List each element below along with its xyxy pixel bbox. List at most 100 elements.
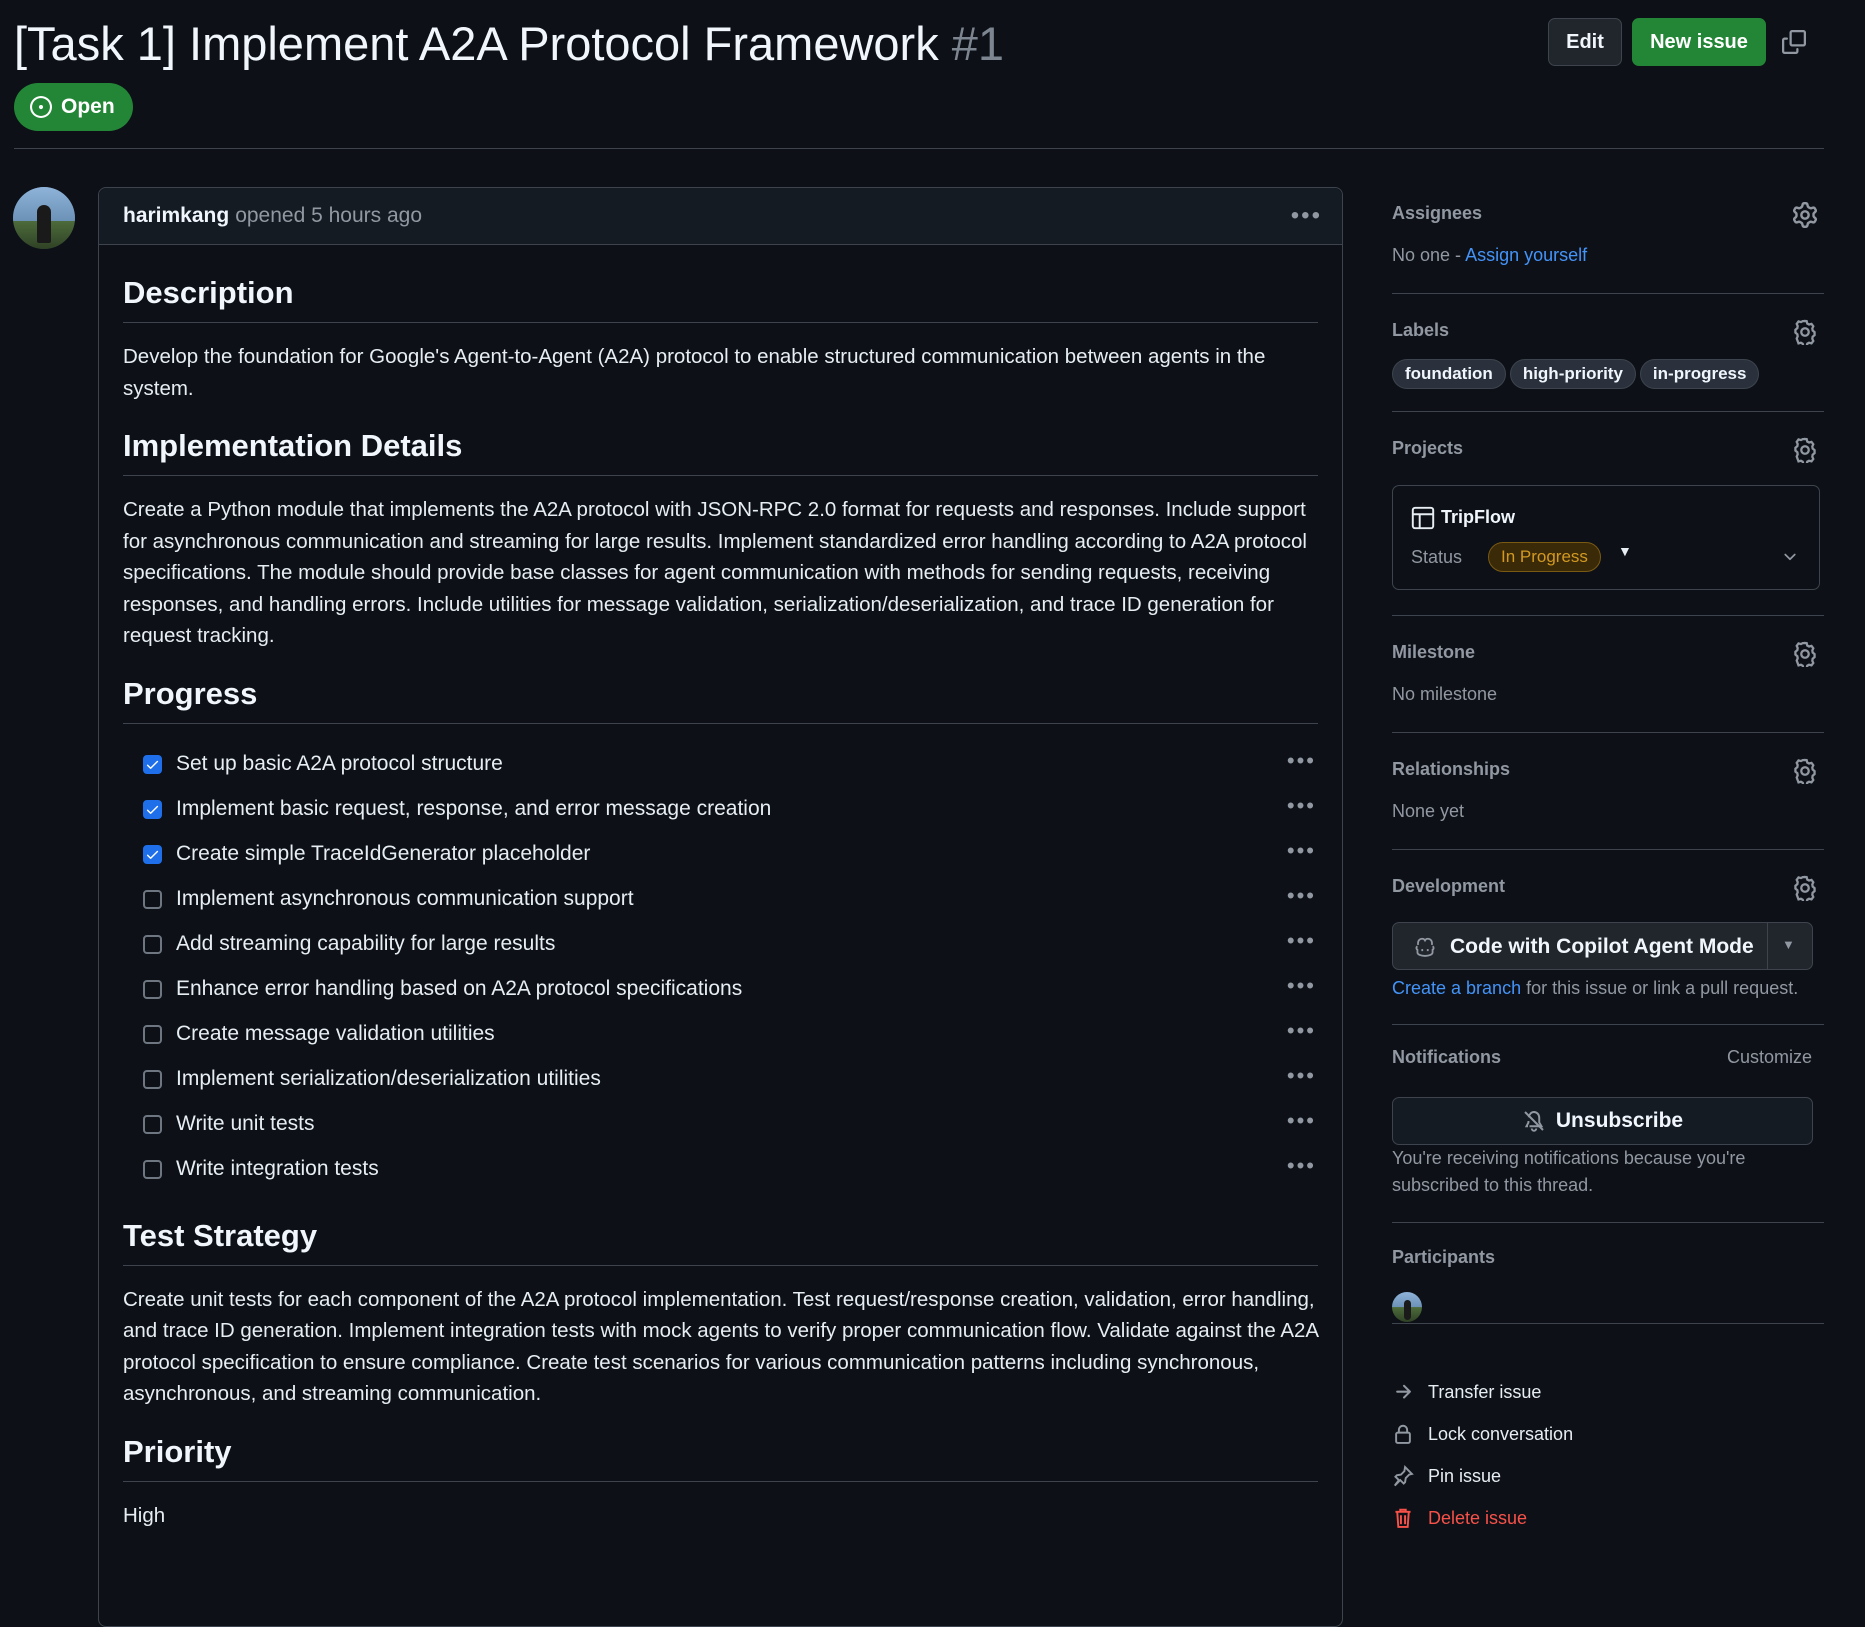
checkmark-icon xyxy=(146,805,159,814)
comment-timestamp[interactable]: opened 5 hours ago xyxy=(235,204,422,228)
relationships-value: None yet xyxy=(1392,801,1465,821)
task-checkbox[interactable] xyxy=(143,1069,162,1089)
task-item: Implement serialization/deserialization … xyxy=(123,1057,1318,1102)
copy-icon xyxy=(1782,30,1806,54)
task-options-icon[interactable]: ••• xyxy=(1287,748,1316,774)
label-high-priority[interactable]: high-priority xyxy=(1509,359,1636,389)
heading-description: Description xyxy=(123,273,1318,323)
task-options-icon[interactable]: ••• xyxy=(1287,928,1316,954)
participants-title: Participants xyxy=(1392,1247,1496,1267)
task-checkbox[interactable] xyxy=(143,754,162,774)
arrow-right-icon xyxy=(1396,1384,1411,1399)
status-dropdown-caret-icon[interactable]: ▼ xyxy=(1618,543,1632,559)
lock-conversation-button[interactable]: Lock conversation xyxy=(1392,1423,1573,1445)
task-label: Set up basic A2A protocol structure xyxy=(176,752,503,775)
transfer-issue-button[interactable]: Transfer issue xyxy=(1392,1381,1541,1403)
task-options-icon[interactable]: ••• xyxy=(1287,973,1316,999)
projects-title[interactable]: Projects xyxy=(1392,438,1463,459)
task-options-icon[interactable]: ••• xyxy=(1287,1153,1316,1179)
task-options-icon[interactable]: ••• xyxy=(1287,883,1316,909)
create-branch-text: Create a branch for this issue or link a… xyxy=(1392,978,1798,999)
task-item: Enhance error handling based on A2A prot… xyxy=(123,967,1318,1012)
task-checkbox[interactable] xyxy=(143,1159,162,1179)
task-item: Implement asynchronous communication sup… xyxy=(123,877,1318,922)
task-checkbox[interactable] xyxy=(143,844,162,864)
participant-avatar-person xyxy=(1404,1300,1411,1320)
copilot-dropdown-caret-icon[interactable]: ▼ xyxy=(1782,937,1795,952)
development-gear-icon[interactable] xyxy=(1792,875,1818,901)
assign-yourself-link[interactable]: Assign yourself xyxy=(1465,245,1587,265)
assignees-gear-icon[interactable] xyxy=(1792,202,1818,228)
priority-text: High xyxy=(123,1503,166,1527)
new-issue-button[interactable]: New issue xyxy=(1632,18,1766,66)
task-options-icon[interactable]: ••• xyxy=(1287,1063,1316,1089)
notifications-title: Notifications xyxy=(1392,1047,1502,1067)
task-item: Add streaming capability for large resul… xyxy=(123,922,1318,967)
task-options-icon[interactable]: ••• xyxy=(1287,793,1316,819)
project-card: TripFlow Status In Progress ▼ xyxy=(1392,485,1820,590)
task-item: Set up basic A2A protocol structure ••• xyxy=(123,742,1318,787)
task-checkbox[interactable] xyxy=(143,889,162,909)
edit-button[interactable]: Edit xyxy=(1548,18,1622,66)
sidebar-assignees: Assignees No one - Assign yourself xyxy=(1392,187,1824,294)
milestone-value: No milestone xyxy=(1392,684,1498,704)
participant-avatar[interactable] xyxy=(1392,1292,1422,1322)
project-name[interactable]: TripFlow xyxy=(1441,507,1515,528)
description-text: Develop the foundation for Google's Agen… xyxy=(123,345,1266,400)
task-label: Write unit tests xyxy=(176,1112,315,1135)
task-options-icon[interactable]: ••• xyxy=(1287,838,1316,864)
task-checkbox[interactable] xyxy=(143,1024,162,1044)
heading-progress: Progress xyxy=(123,674,1318,724)
project-status-value[interactable]: In Progress xyxy=(1488,542,1601,572)
assignees-title[interactable]: Assignees xyxy=(1392,203,1482,224)
sidebar-relationships: Relationships None yet xyxy=(1392,733,1824,850)
sidebar-participants: Participants xyxy=(1392,1223,1824,1324)
comment-author[interactable]: harimkang xyxy=(123,204,229,228)
task-item: Write unit tests ••• xyxy=(123,1102,1318,1147)
checkmark-icon xyxy=(146,760,159,769)
transfer-issue-label: Transfer issue xyxy=(1428,1381,1542,1402)
unsubscribe-label: Unsubscribe xyxy=(1555,1109,1684,1132)
milestone-title[interactable]: Milestone xyxy=(1392,642,1475,663)
milestone-gear-icon[interactable] xyxy=(1792,641,1818,667)
notifications-customize[interactable]: Customize xyxy=(1727,1047,1812,1068)
create-branch-link[interactable]: Create a branch xyxy=(1392,978,1521,998)
task-label: Implement basic request, response, and e… xyxy=(176,797,772,820)
task-item: Write integration tests ••• xyxy=(123,1147,1318,1192)
pin-issue-button[interactable]: Pin issue xyxy=(1392,1465,1501,1487)
delete-issue-button[interactable]: Delete issue xyxy=(1392,1507,1527,1529)
development-title[interactable]: Development xyxy=(1392,876,1505,897)
copy-link-button[interactable] xyxy=(1778,26,1810,58)
heading-implementation: Implementation Details xyxy=(123,426,1318,476)
lock-icon xyxy=(1395,1424,1411,1444)
task-label: Implement asynchronous communication sup… xyxy=(176,887,634,910)
labels-title[interactable]: Labels xyxy=(1392,320,1449,341)
task-checkbox[interactable] xyxy=(143,979,162,999)
author-avatar[interactable] xyxy=(13,187,75,249)
relationships-gear-icon[interactable] xyxy=(1792,758,1818,784)
task-options-icon[interactable]: ••• xyxy=(1287,1018,1316,1044)
projects-gear-icon[interactable] xyxy=(1792,437,1818,463)
heading-test-strategy: Test Strategy xyxy=(123,1216,1318,1266)
header-actions: Edit New issue xyxy=(1548,18,1865,66)
delete-issue-label: Delete issue xyxy=(1428,1507,1528,1528)
avatar-person xyxy=(37,205,51,243)
task-checkbox[interactable] xyxy=(143,1114,162,1134)
label-foundation[interactable]: foundation xyxy=(1392,359,1506,389)
relationships-title[interactable]: Relationships xyxy=(1392,759,1510,780)
label-in-progress[interactable]: in-progress xyxy=(1639,359,1760,389)
assignees-none: No one - xyxy=(1392,245,1462,265)
task-checkbox[interactable] xyxy=(143,934,162,954)
unsubscribe-button[interactable]: Unsubscribe xyxy=(1392,1097,1813,1145)
comment-options-icon[interactable]: ••• xyxy=(1291,202,1322,230)
create-branch-rest: for this issue or link a pull request. xyxy=(1526,978,1799,998)
task-options-icon[interactable]: ••• xyxy=(1287,1108,1316,1134)
heading-priority: Priority xyxy=(123,1432,1318,1482)
copilot-agent-button[interactable]: Code with Copilot Agent Mode ▼ xyxy=(1392,922,1813,970)
labels-list: foundation high-priority in-progress xyxy=(1392,359,1763,389)
task-item: Implement basic request, response, and e… xyxy=(123,787,1318,832)
labels-gear-icon[interactable] xyxy=(1792,319,1818,345)
project-expand-chevron-icon[interactable] xyxy=(1781,548,1799,566)
task-checkbox[interactable] xyxy=(143,799,162,819)
issue-state-badge: Open xyxy=(14,83,133,131)
